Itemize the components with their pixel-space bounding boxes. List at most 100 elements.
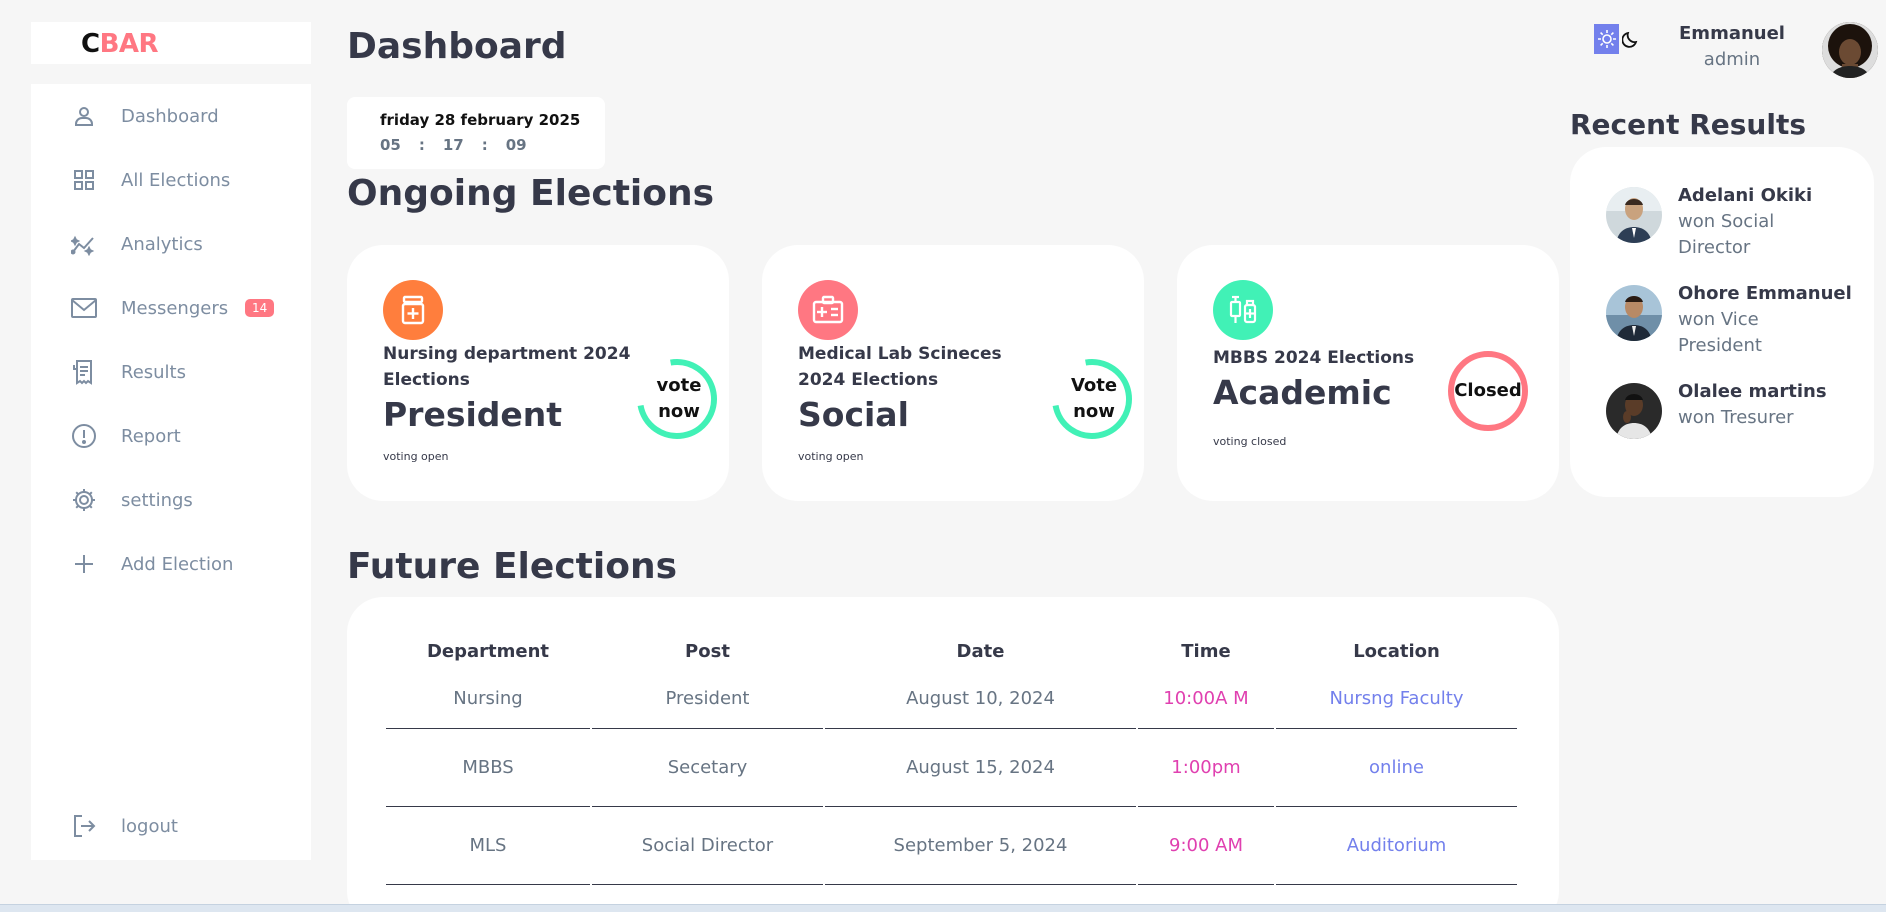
sidebar-item-label: Report — [121, 425, 181, 447]
user-icon — [71, 103, 97, 129]
current-time: 05 : 17 : 09 — [380, 136, 527, 154]
future-elections-card: Department Post Date Time Location Nursi… — [347, 597, 1559, 912]
future-elections-title: Future Elections — [347, 546, 677, 587]
table-cell: online — [1276, 729, 1517, 807]
table-cell: August 10, 2024 — [825, 669, 1136, 729]
sidebar-item-results[interactable]: Results — [31, 350, 311, 394]
vote-now-button[interactable]: vote now — [637, 357, 721, 441]
profile-role: admin — [1703, 49, 1761, 70]
sidebar-item-logout[interactable]: logout — [31, 804, 311, 848]
sidebar-item-messengers[interactable]: Messengers 14 — [31, 286, 311, 330]
column-header[interactable]: Location — [1276, 633, 1517, 669]
closed-button[interactable]: Closed — [1446, 349, 1530, 433]
vote-now-button[interactable]: Vote now — [1052, 357, 1136, 441]
column-header[interactable]: Department — [386, 633, 590, 669]
vaccine-icon — [1213, 280, 1273, 340]
moon-icon[interactable] — [1619, 24, 1642, 54]
table-cell: MLS — [386, 807, 590, 885]
current-date: friday 28 february 2025 — [380, 111, 581, 129]
table-cell: President — [592, 669, 823, 729]
sidebar-item-settings[interactable]: settings — [31, 478, 311, 522]
logo-box[interactable]: CBAR — [31, 22, 311, 64]
election-card-nursing: Nursing department 2024 Elections Presid… — [347, 245, 729, 501]
report-icon — [71, 423, 97, 449]
date-time-card: friday 28 february 2025 05 : 17 : 09 — [347, 97, 605, 169]
election-department: MBBS 2024 Elections — [1213, 348, 1415, 368]
sidebar-item-add-election[interactable]: Add Election — [31, 542, 311, 586]
result-name: Ohore Emmanuel — [1678, 283, 1852, 304]
gear-icon — [71, 487, 97, 513]
sidebar-item-label: Messengers — [121, 297, 229, 319]
table-row[interactable]: MBBS Secetary August 15, 2024 1:00pm onl… — [386, 729, 1517, 807]
analytics-icon — [71, 231, 97, 257]
column-header[interactable]: Time — [1138, 633, 1274, 669]
election-post: President — [383, 395, 563, 434]
table-cell: Nursing — [386, 669, 590, 729]
election-department: Nursing department 2024 Elections — [383, 344, 631, 390]
election-card-mls: Medical Lab Scineces 2024 Elections Soci… — [762, 245, 1144, 501]
sidebar-item-dashboard[interactable]: Dashboard — [31, 94, 311, 138]
profile-name: Emmanuel — [1679, 23, 1785, 44]
receipt-icon — [71, 359, 97, 385]
avatar — [1606, 285, 1662, 341]
election-status: voting closed — [1213, 435, 1287, 448]
logout-icon — [71, 813, 97, 839]
page-title: Dashboard — [347, 26, 567, 67]
column-header[interactable]: Date — [825, 633, 1136, 669]
sidebar-item-report[interactable]: Report — [31, 414, 311, 458]
plus-icon — [71, 551, 97, 577]
sidebar: Dashboard All Elections Analytics Messen… — [31, 84, 311, 860]
theme-toggle[interactable] — [1594, 24, 1642, 54]
table-cell: MBBS — [386, 729, 590, 807]
election-card-mbbs: MBBS 2024 Elections Academic voting clos… — [1177, 245, 1559, 501]
time-minutes: 17 — [442, 136, 464, 154]
sidebar-item-label: Add Election — [121, 553, 234, 575]
message-count-badge: 14 — [245, 299, 275, 317]
table-cell: 9:00 AM — [1138, 807, 1274, 885]
election-post: Social — [798, 395, 909, 434]
table-cell: Nursng Faculty — [1276, 669, 1517, 729]
mail-icon — [71, 295, 97, 321]
avatar[interactable] — [1822, 22, 1878, 78]
result-text: won Social Director — [1678, 211, 1775, 258]
brand-logo: CBAR — [81, 29, 159, 59]
grid-icon — [71, 167, 97, 193]
table-row[interactable]: MLS Social Director September 5, 2024 9:… — [386, 807, 1517, 885]
result-text: won Tresurer — [1678, 407, 1794, 428]
result-text: won Vice President — [1678, 309, 1762, 356]
table-cell: Secetary — [592, 729, 823, 807]
sidebar-item-all-elections[interactable]: All Elections — [31, 158, 311, 202]
medicine-bottle-icon — [383, 280, 443, 340]
table-row[interactable]: Nursing President August 10, 2024 10:00A… — [386, 669, 1517, 729]
time-separator: : — [418, 136, 425, 154]
table-cell: 10:00A M — [1138, 669, 1274, 729]
result-name: Adelani Okiki — [1678, 185, 1813, 206]
election-post: Academic — [1213, 373, 1392, 412]
table-cell: 1:00pm — [1138, 729, 1274, 807]
avatar — [1606, 383, 1662, 439]
election-department: Medical Lab Scineces 2024 Elections — [798, 344, 1002, 390]
time-hours: 05 — [380, 136, 401, 154]
recent-results-card: Adelani Okiki won Social Director Ohore … — [1570, 147, 1874, 497]
table-cell: September 5, 2024 — [825, 807, 1136, 885]
id-badge-icon — [798, 280, 858, 340]
window-bottom-edge — [0, 904, 1886, 912]
sidebar-item-label: Results — [121, 361, 186, 383]
time-seconds: 09 — [505, 136, 527, 154]
ongoing-elections-title: Ongoing Elections — [347, 173, 715, 214]
sun-icon[interactable] — [1594, 24, 1619, 54]
future-elections-table: Department Post Date Time Location Nursi… — [384, 633, 1519, 885]
sidebar-item-label: All Elections — [121, 169, 231, 191]
time-separator: : — [481, 136, 488, 154]
recent-results-title: Recent Results — [1570, 108, 1807, 141]
sidebar-item-label: settings — [121, 489, 193, 511]
sidebar-item-label: Analytics — [121, 233, 203, 255]
result-name: Olalee martins — [1678, 381, 1827, 402]
sidebar-item-label: Dashboard — [121, 105, 219, 127]
column-header[interactable]: Post — [592, 633, 823, 669]
election-status: voting open — [798, 450, 864, 463]
avatar — [1606, 187, 1662, 243]
election-status: voting open — [383, 450, 449, 463]
sidebar-item-analytics[interactable]: Analytics — [31, 222, 311, 266]
sidebar-item-label: logout — [121, 815, 178, 837]
